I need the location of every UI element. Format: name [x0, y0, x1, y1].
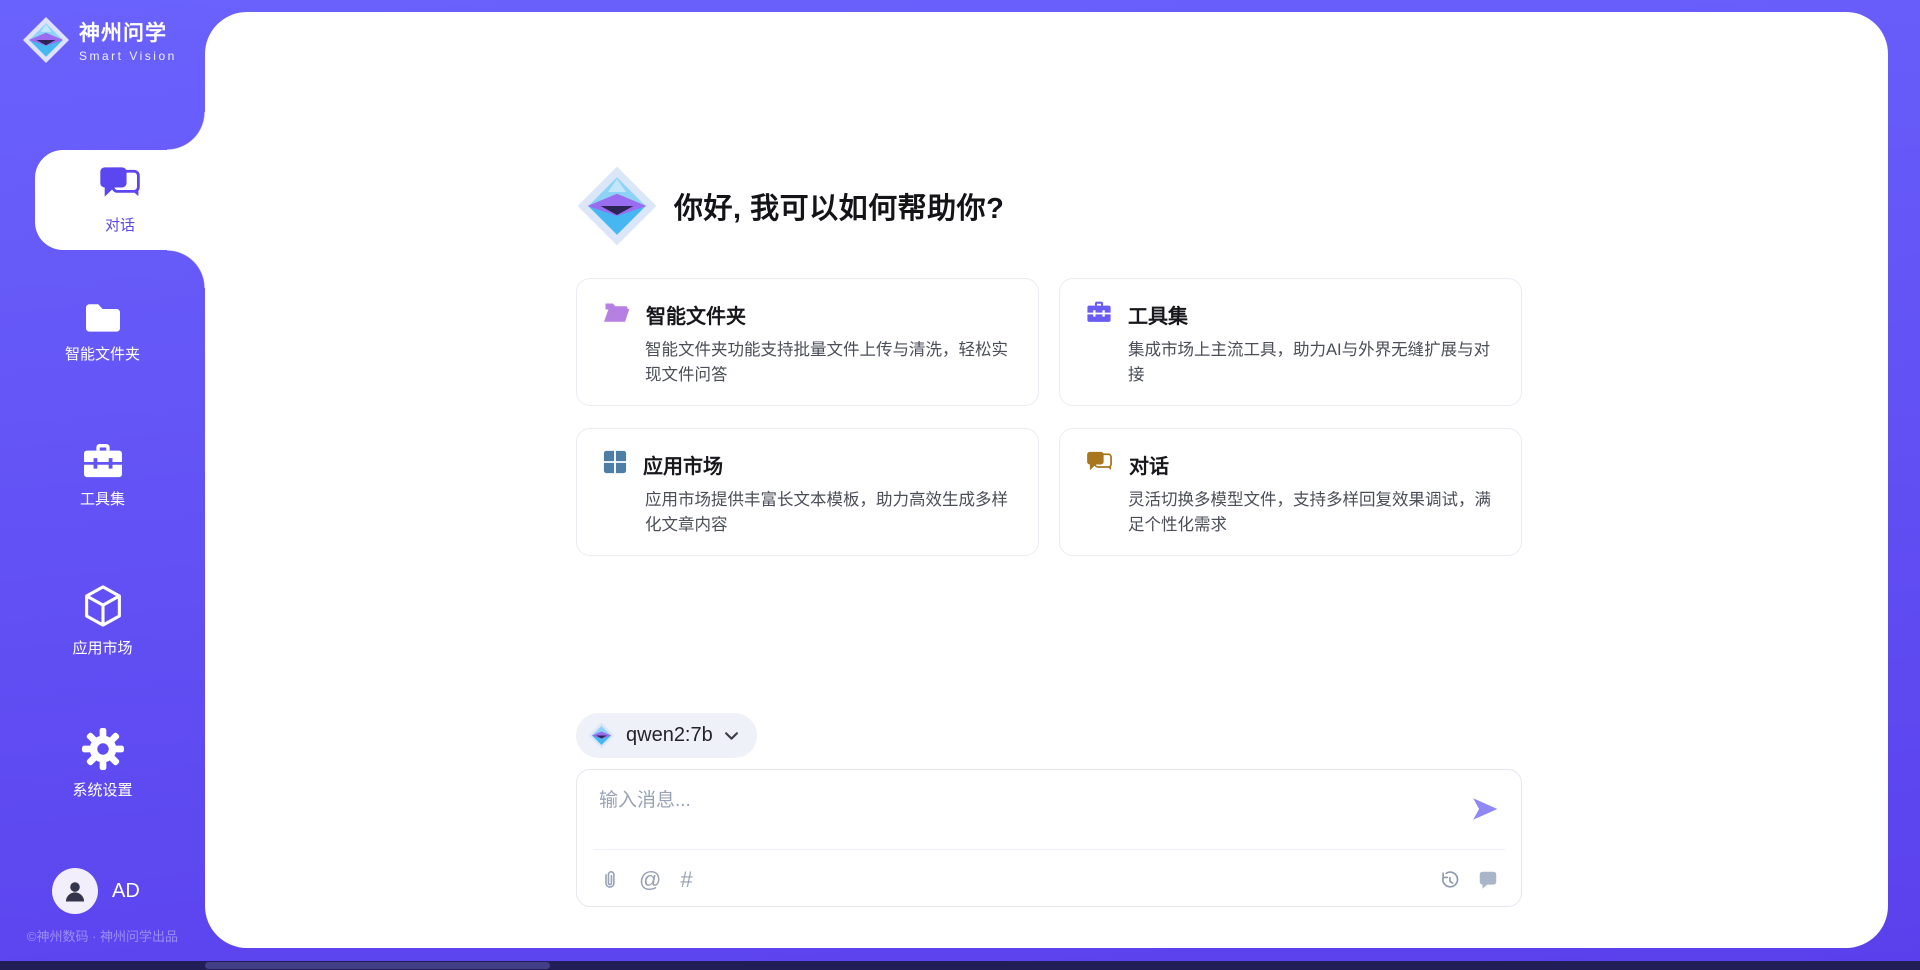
- gear-icon: [82, 728, 124, 770]
- feature-cards: 智能文件夹 智能文件夹功能支持批量文件上传与清洗，轻松实现文件问答 工具集 集成…: [576, 278, 1522, 556]
- card-description: 应用市场提供丰富长文本模板，助力高效生成多样化文章内容: [645, 488, 1012, 538]
- paperclip-icon[interactable]: [599, 870, 620, 891]
- sidebar-item-label: 系统设置: [72, 779, 132, 800]
- avatar: [52, 868, 98, 914]
- model-diamond-icon: [588, 722, 615, 749]
- folder-open-icon: [603, 301, 630, 328]
- composer-tools-right: [1438, 869, 1499, 891]
- message-composer: @ #: [576, 769, 1522, 907]
- user-name: AD: [112, 880, 140, 903]
- person-icon: [61, 877, 89, 905]
- at-icon[interactable]: @: [639, 869, 661, 891]
- sidebar-item-app-market[interactable]: 应用市场: [0, 584, 205, 658]
- card-description: 灵活切换多模型文件，支持多样回复效果调试，满足个性化需求: [1128, 488, 1495, 538]
- assistant-diamond-icon: [576, 165, 658, 247]
- card-smart-folder[interactable]: 智能文件夹 智能文件夹功能支持批量文件上传与清洗，轻松实现文件问答: [576, 278, 1039, 406]
- sidebar-item-smart-folder[interactable]: 智能文件夹: [0, 300, 205, 364]
- hash-icon[interactable]: #: [680, 869, 692, 891]
- brand-tagline: Smart Vision: [79, 49, 177, 63]
- scrollbar-thumb[interactable]: [205, 962, 550, 969]
- comment-icon[interactable]: [1477, 869, 1499, 891]
- card-title: 应用市场: [643, 450, 723, 479]
- greeting-title: 你好, 我可以如何帮助你?: [674, 185, 1004, 227]
- card-title: 对话: [1129, 450, 1169, 479]
- toolbox-icon: [1086, 301, 1112, 328]
- model-name: qwen2:7b: [626, 724, 713, 747]
- main-content: 你好, 我可以如何帮助你? 智能文件夹 智能文件夹功能支持批量文件上传与清洗，轻…: [576, 12, 1522, 907]
- sidebar-item-label: 对话: [105, 214, 135, 235]
- model-selector[interactable]: qwen2:7b: [576, 713, 757, 758]
- history-icon[interactable]: [1438, 869, 1460, 891]
- user-chip[interactable]: AD: [52, 868, 140, 914]
- brand-name: 神州问学: [79, 17, 177, 47]
- grid-icon: [603, 450, 627, 479]
- card-description: 集成市场上主流工具，助力AI与外界无缝扩展与对接: [1128, 338, 1495, 388]
- chevron-down-icon: [724, 731, 739, 741]
- horizontal-scrollbar: [0, 961, 1920, 970]
- copyright-footer: ©神州数码 · 神州问学出品: [0, 926, 205, 945]
- brand-diamond-icon: [22, 16, 70, 64]
- brand: 神州问学 Smart Vision: [22, 16, 177, 64]
- card-description: 智能文件夹功能支持批量文件上传与清洗，轻松实现文件问答: [645, 338, 1012, 388]
- composer-tools-left: @ #: [599, 869, 693, 891]
- sidebar-item-label: 工具集: [80, 488, 125, 509]
- app-window: 神州问学 Smart Vision 对话 智: [0, 0, 1920, 970]
- card-chat[interactable]: 对话 灵活切换多模型文件，支持多样回复效果调试，满足个性化需求: [1059, 428, 1522, 556]
- greeting: 你好, 我可以如何帮助你?: [576, 165, 1522, 247]
- send-icon[interactable]: [1471, 796, 1499, 822]
- composer-divider: [593, 849, 1505, 850]
- chat-icon: [99, 165, 141, 206]
- chat-icon: [1086, 451, 1113, 478]
- folder-closed-icon: [82, 300, 124, 334]
- sidebar-item-chat[interactable]: 对话: [35, 150, 205, 250]
- card-title: 智能文件夹: [646, 300, 746, 329]
- sidebar-item-toolset[interactable]: 工具集: [0, 443, 205, 509]
- sidebar: 神州问学 Smart Vision 对话 智: [0, 0, 205, 970]
- card-toolset[interactable]: 工具集 集成市场上主流工具，助力AI与外界无缝扩展与对接: [1059, 278, 1522, 406]
- message-input[interactable]: [599, 785, 1379, 843]
- sidebar-item-settings[interactable]: 系统设置: [0, 728, 205, 800]
- brand-text: 神州问学 Smart Vision: [79, 17, 177, 63]
- toolbox-icon: [82, 443, 124, 479]
- sidebar-item-label: 应用市场: [72, 637, 132, 658]
- sidebar-item-label: 智能文件夹: [65, 343, 140, 364]
- card-app-market[interactable]: 应用市场 应用市场提供丰富长文本模板，助力高效生成多样化文章内容: [576, 428, 1039, 556]
- card-title: 工具集: [1128, 300, 1188, 329]
- cube-icon: [83, 584, 123, 628]
